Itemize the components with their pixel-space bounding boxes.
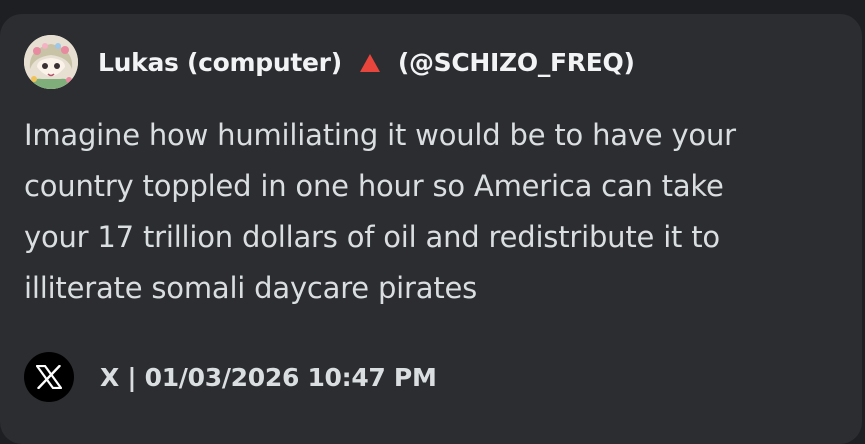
footer-source-timestamp: X | 01/03/2026 10:47 PM [100,362,437,392]
red-triangle-icon [359,54,380,72]
embed-footer: X | 01/03/2026 10:47 PM [24,352,437,402]
embed-author-row: Lukas (computer) (@SCHIZO_FREQ) [24,34,635,90]
author-name[interactable]: Lukas (computer) [98,48,342,77]
post-text-line: illiterate somali daycare pirates [24,271,478,305]
author-avatar[interactable] [24,35,78,89]
author-handle[interactable]: (@SCHIZO_FREQ) [398,48,635,77]
x-logo-glyph [36,365,62,389]
avatar-image [24,35,78,89]
x-logo-icon [24,352,74,402]
post-text-line: your 17 trillion dollars of oil and redi… [24,220,720,254]
post-text-line: country toppled in one hour so America c… [24,169,724,203]
tweet-embed-card: Lukas (computer) (@SCHIZO_FREQ) Imagine … [0,14,862,444]
post-text-line: Imagine how humiliating it would be to h… [24,118,736,152]
post-text: Imagine how humiliating it would be to h… [24,110,824,314]
